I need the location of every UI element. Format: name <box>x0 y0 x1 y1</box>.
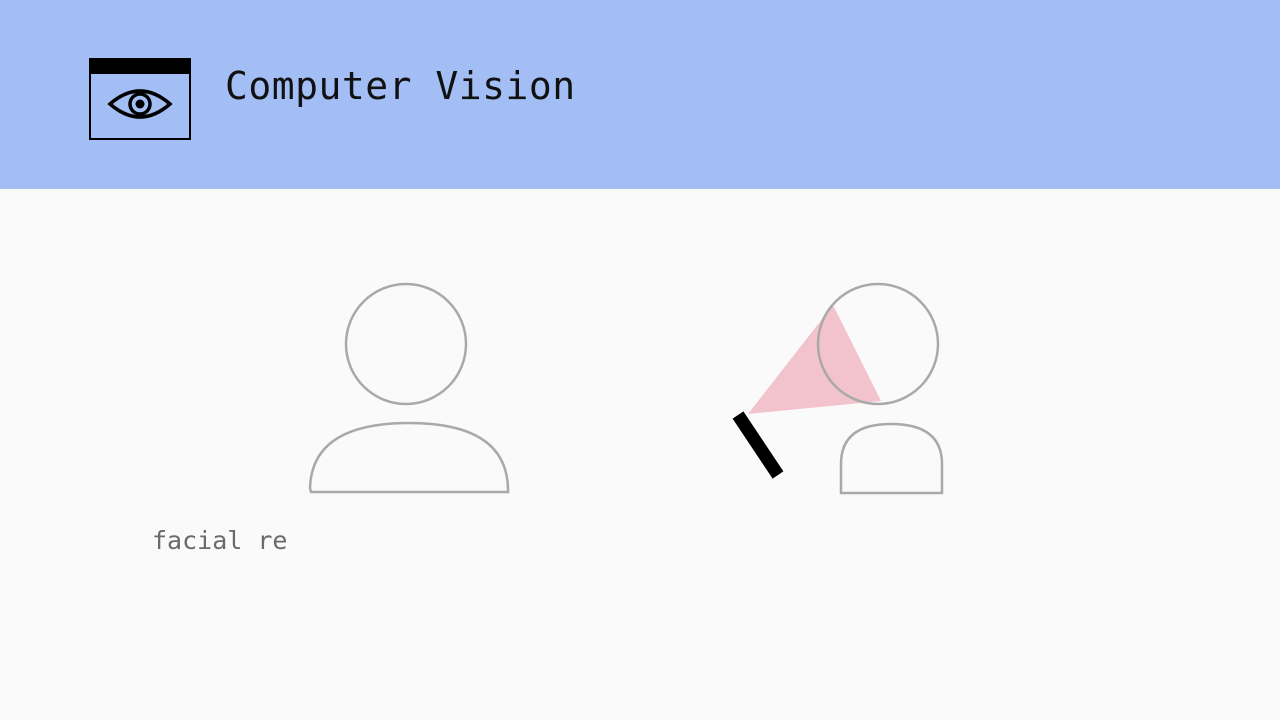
illustration <box>308 282 944 495</box>
caption-text: facial re <box>152 526 288 555</box>
camera-beam <box>748 305 881 414</box>
person-left-icon <box>308 282 510 494</box>
camera-icon <box>732 411 784 479</box>
